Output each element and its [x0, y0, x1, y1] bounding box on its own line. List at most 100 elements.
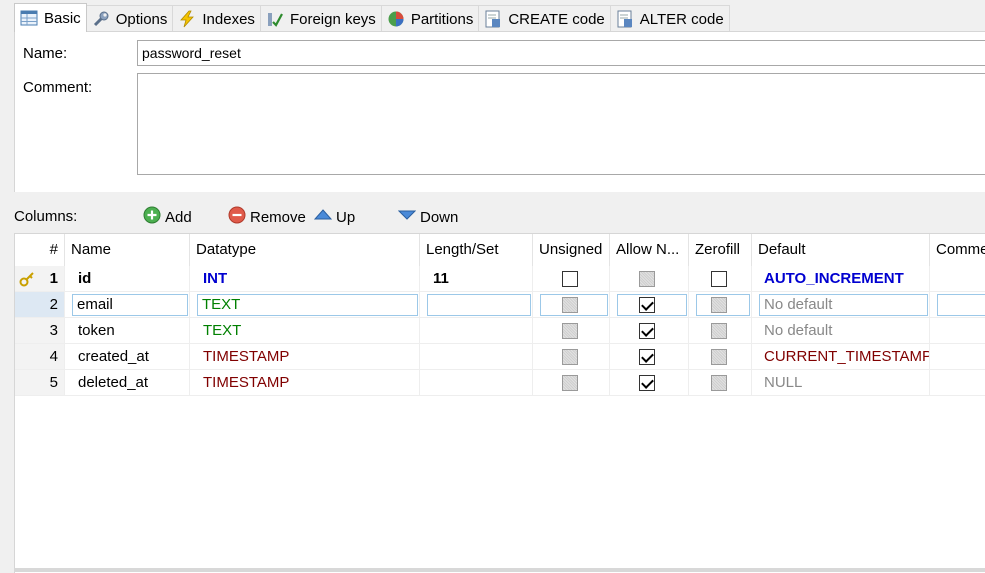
column-length[interactable]: 11: [420, 266, 533, 292]
tab-partitions[interactable]: Partitions: [380, 5, 480, 32]
table-name-input[interactable]: password_reset: [137, 40, 985, 66]
column-datatype[interactable]: TIMESTAMP: [190, 344, 420, 370]
row-number: 1: [15, 266, 65, 292]
row-number: 2: [15, 292, 65, 318]
table-row[interactable]: 5 deleted_at TIMESTAMP NULL: [15, 370, 985, 396]
name-label: Name:: [23, 45, 68, 62]
column-header-number[interactable]: #: [15, 234, 65, 266]
unsigned-cell: [533, 370, 610, 396]
column-default[interactable]: NULL: [752, 370, 930, 396]
tab-create-code[interactable]: CREATE code: [478, 5, 611, 32]
column-datatype[interactable]: TIMESTAMP: [190, 370, 420, 396]
column-default[interactable]: No default: [752, 318, 930, 344]
allow-null-cell: [610, 370, 689, 396]
length-cell: [420, 292, 533, 318]
row-number: 4: [15, 344, 65, 370]
unsigned-checkbox[interactable]: [562, 323, 578, 339]
column-header-allow-null[interactable]: Allow N...: [610, 234, 689, 266]
tab-basic[interactable]: Basic: [14, 3, 87, 32]
default-cell: No default: [752, 292, 930, 318]
column-name[interactable]: token: [65, 318, 190, 344]
allow-null-cell: [610, 318, 689, 344]
move-down-button[interactable]: Down: [397, 206, 458, 228]
tab-foreign-keys[interactable]: Foreign keys: [259, 5, 382, 32]
column-default[interactable]: AUTO_INCREMENT: [752, 266, 930, 292]
primary-key-icon: [19, 270, 35, 291]
zerofill-checkbox[interactable]: [711, 297, 727, 313]
unsigned-checkbox[interactable]: [562, 271, 578, 287]
row-number: 5: [15, 370, 65, 396]
unsigned-checkbox[interactable]: [562, 349, 578, 365]
code-icon: [616, 10, 634, 28]
comment-label: Comment:: [23, 79, 93, 96]
column-comment[interactable]: [930, 318, 985, 344]
column-name[interactable]: created_at: [65, 344, 190, 370]
tab-alter-code[interactable]: ALTER code: [609, 5, 730, 32]
table-comment-input[interactable]: [137, 73, 985, 175]
unsigned-checkbox[interactable]: [562, 297, 578, 313]
add-column-button[interactable]: Add: [143, 206, 192, 228]
column-header-zerofill[interactable]: Zerofill: [689, 234, 752, 266]
table-icon: [20, 9, 38, 27]
pie-icon: [387, 10, 405, 28]
column-header-length[interactable]: Length/Set: [420, 234, 533, 266]
column-datatype[interactable]: TEXT: [190, 318, 420, 344]
allow-null-checkbox[interactable]: [639, 323, 655, 339]
column-comment[interactable]: [930, 266, 985, 292]
column-default[interactable]: No default: [759, 294, 928, 316]
tab-label: Foreign keys: [289, 10, 376, 28]
zerofill-checkbox[interactable]: [711, 323, 727, 339]
tab-indexes[interactable]: Indexes: [172, 5, 261, 32]
allow-null-checkbox[interactable]: [639, 349, 655, 365]
zerofill-cell: [689, 292, 752, 318]
move-up-button[interactable]: Up: [313, 206, 355, 228]
zerofill-checkbox[interactable]: [711, 375, 727, 391]
tab-label: Options: [115, 10, 168, 28]
allow-null-checkbox[interactable]: [639, 271, 655, 287]
column-length[interactable]: [420, 370, 533, 396]
zerofill-cell: [689, 370, 752, 396]
column-header-name[interactable]: Name: [65, 234, 190, 266]
allow-null-checkbox[interactable]: [639, 375, 655, 391]
column-length[interactable]: [427, 294, 531, 316]
remove-column-button[interactable]: Remove: [228, 206, 306, 228]
unsigned-cell: [533, 266, 610, 292]
column-datatype[interactable]: INT: [190, 266, 420, 292]
column-datatype[interactable]: TEXT: [197, 294, 418, 316]
column-header-datatype[interactable]: Datatype: [190, 234, 420, 266]
horizontal-scrollbar[interactable]: [14, 568, 985, 572]
table-row[interactable]: 1 id INT 11 AUTO_INCREMENT: [15, 266, 985, 292]
column-length[interactable]: [420, 318, 533, 344]
column-header-unsigned[interactable]: Unsigned: [533, 234, 610, 266]
code-icon: [484, 10, 502, 28]
up-arrow-icon: [313, 206, 333, 228]
column-name[interactable]: email: [72, 294, 188, 316]
tab-options[interactable]: Options: [85, 5, 174, 32]
tab-label: ALTER code: [639, 10, 724, 28]
column-length[interactable]: [420, 344, 533, 370]
unsigned-checkbox[interactable]: [562, 375, 578, 391]
zerofill-checkbox[interactable]: [711, 349, 727, 365]
table-row[interactable]: 4 created_at TIMESTAMP CURRENT_TIMESTAMP: [15, 344, 985, 370]
column-header-comment[interactable]: Comme: [930, 234, 985, 266]
allow-null-checkbox[interactable]: [639, 297, 655, 313]
columns-label: Columns:: [14, 208, 78, 225]
column-default[interactable]: CURRENT_TIMESTAMP: [752, 344, 930, 370]
add-icon: [143, 206, 161, 228]
tab-bar: Basic Options Indexes Foreign keys Parti…: [14, 3, 730, 32]
columns-toolbar: Columns: Add Remove Up Down: [0, 200, 985, 230]
table-row[interactable]: 3 token TEXT No default: [15, 318, 985, 344]
column-comment[interactable]: [930, 370, 985, 396]
column-header-default[interactable]: Default: [752, 234, 930, 266]
column-comment[interactable]: [937, 294, 985, 316]
column-name[interactable]: deleted_at: [65, 370, 190, 396]
column-name[interactable]: id: [65, 266, 190, 292]
unsigned-cell: [533, 292, 610, 318]
zerofill-cell: [689, 266, 752, 292]
zerofill-checkbox[interactable]: [711, 271, 727, 287]
down-arrow-icon: [397, 206, 417, 228]
wrench-icon: [92, 10, 110, 28]
column-comment[interactable]: [930, 344, 985, 370]
zerofill-cell: [689, 318, 752, 344]
table-row[interactable]: 2 email TEXT No default: [15, 292, 985, 318]
